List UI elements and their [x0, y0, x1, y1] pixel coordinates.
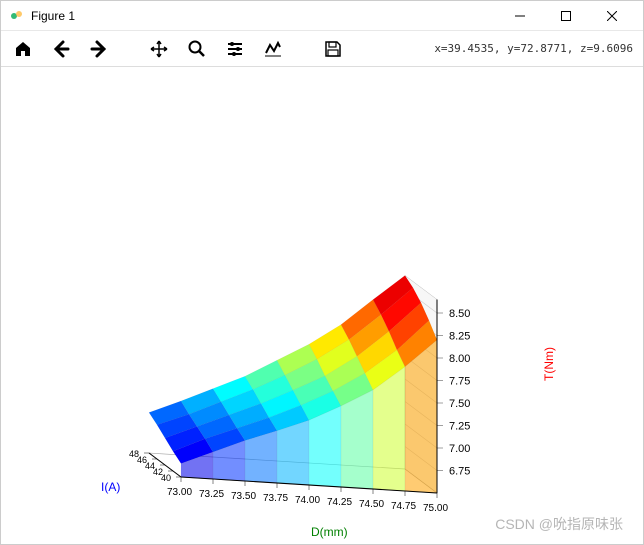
- coord-display: x=39.4535, y=72.8771, z=9.6096: [434, 42, 633, 55]
- svg-text:8.00: 8.00: [449, 353, 470, 365]
- svg-text:74.75: 74.75: [391, 501, 416, 512]
- window-controls: [497, 2, 635, 30]
- save-icon[interactable]: [321, 37, 345, 61]
- svg-text:8.25: 8.25: [449, 331, 470, 343]
- svg-text:6.75: 6.75: [449, 466, 470, 478]
- y-axis-label: I(A): [101, 480, 120, 494]
- edit-axes-icon[interactable]: [261, 37, 285, 61]
- svg-text:7.75: 7.75: [449, 376, 470, 388]
- configure-icon[interactable]: [223, 37, 247, 61]
- pan-icon[interactable]: [147, 37, 171, 61]
- svg-text:8.50: 8.50: [449, 308, 470, 320]
- minimize-button[interactable]: [497, 2, 543, 30]
- maximize-button[interactable]: [543, 2, 589, 30]
- svg-text:74.25: 74.25: [327, 497, 352, 508]
- x-axis-label: D(mm): [311, 525, 348, 539]
- app-icon: [9, 8, 25, 24]
- svg-text:73.25: 73.25: [199, 489, 224, 500]
- svg-text:75.00: 75.00: [423, 503, 448, 514]
- titlebar: Figure 1: [1, 1, 643, 31]
- toolbar: x=39.4535, y=72.8771, z=9.6096: [1, 31, 643, 67]
- svg-text:48: 48: [129, 449, 139, 459]
- svg-text:7.25: 7.25: [449, 421, 470, 433]
- home-icon[interactable]: [11, 37, 35, 61]
- watermark: CSDN @吮指原味张: [495, 514, 623, 534]
- forward-icon[interactable]: [87, 37, 111, 61]
- back-icon[interactable]: [49, 37, 73, 61]
- svg-text:7.50: 7.50: [449, 398, 470, 410]
- svg-text:74.50: 74.50: [359, 499, 384, 510]
- close-button[interactable]: [589, 2, 635, 30]
- figure-window: Figure 1: [0, 0, 644, 545]
- svg-text:73.00: 73.00: [167, 487, 192, 498]
- svg-text:73.75: 73.75: [263, 493, 288, 504]
- window-title: Figure 1: [31, 9, 497, 23]
- svg-text:74.00: 74.00: [295, 495, 320, 506]
- svg-text:7.00: 7.00: [449, 443, 470, 455]
- svg-text:73.50: 73.50: [231, 491, 256, 502]
- plot-area[interactable]: 6.75 7.00 7.25 7.50 7.75 8.00 8.25 8.50 73.00 73.…: [1, 67, 643, 544]
- zoom-icon[interactable]: [185, 37, 209, 61]
- surface-plot: 6.75 7.00 7.25 7.50 7.75 8.00 8.25 8.50 73.00 73.…: [111, 207, 541, 537]
- chart-3d: 6.75 7.00 7.25 7.50 7.75 8.00 8.25 8.50 73.00 73.…: [111, 207, 541, 537]
- z-axis-label: T(Nm): [542, 347, 556, 381]
